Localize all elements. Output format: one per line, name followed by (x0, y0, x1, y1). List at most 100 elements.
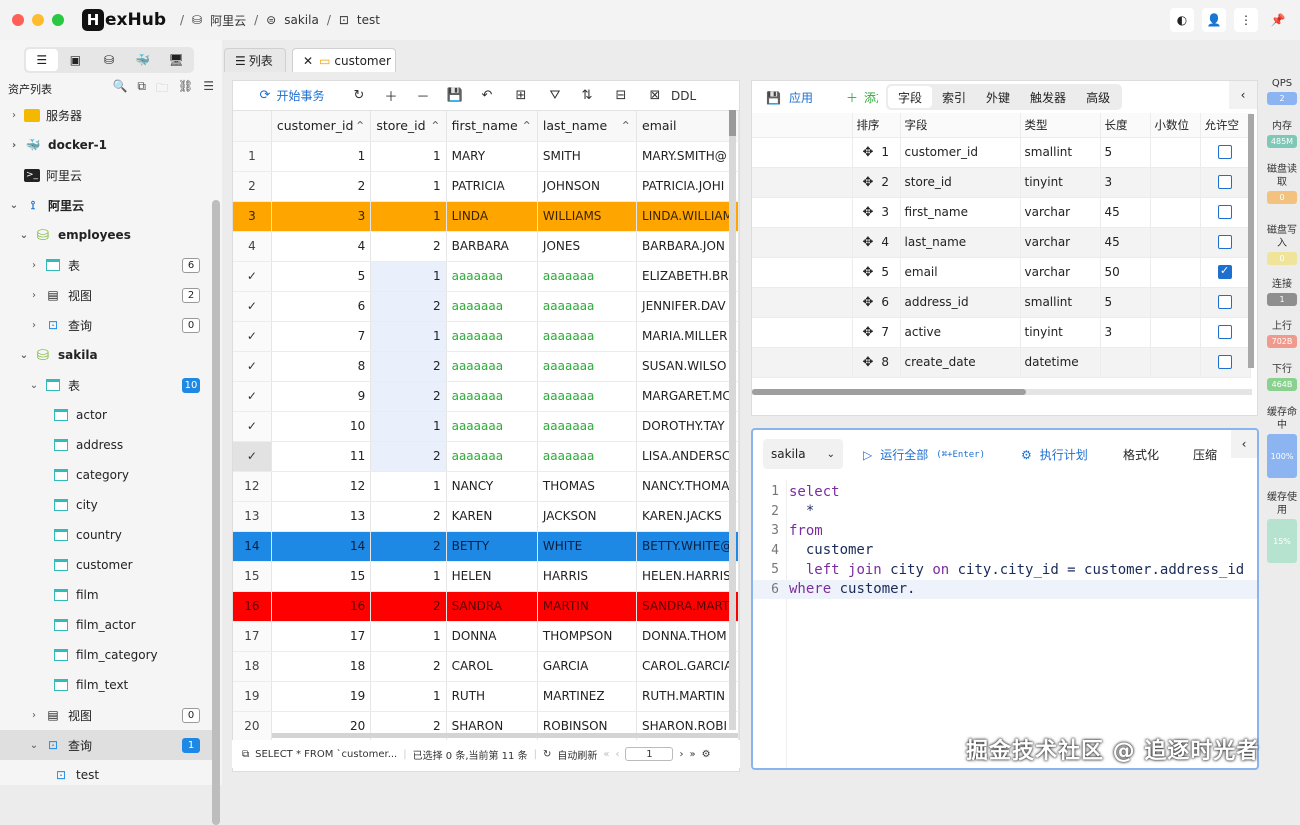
user-icon[interactable]: 👤 (1202, 8, 1226, 32)
terminal-icon[interactable]: ▣ (60, 49, 92, 71)
collapse-panel-icon[interactable]: ‹ (1231, 430, 1257, 458)
last-name-cell[interactable]: THOMAS (537, 471, 638, 502)
field-length-cell[interactable]: 5 (1100, 137, 1151, 168)
nullable-checkbox[interactable] (1218, 355, 1232, 370)
last-name-cell[interactable]: aaaaaaa (537, 381, 638, 412)
row-select-cell[interactable] (752, 197, 853, 228)
first-name-cell[interactable]: aaaaaaa (446, 411, 538, 442)
field-name-cell[interactable]: email (900, 257, 1021, 288)
customer-id-cell[interactable]: 4 (271, 231, 372, 262)
field-type-cell[interactable]: varchar (1020, 227, 1101, 258)
last-name-cell[interactable]: WILLIAMS (537, 201, 638, 232)
field-row[interactable]: ✥ 4 last_name varchar 45 (752, 227, 1251, 258)
field-type-cell[interactable]: varchar (1020, 197, 1101, 228)
compress-button[interactable]: 压缩 (1193, 446, 1219, 463)
row-select-cell[interactable] (752, 257, 853, 288)
table-row[interactable]: 4 4 2 BARBARA JONES BARBARA.JON (233, 231, 739, 262)
drag-handle-icon[interactable]: ✥ (863, 205, 874, 220)
explain-plan-button[interactable]: ⚙ 执行计划 (1021, 446, 1088, 463)
table-row[interactable]: 17 17 1 DONNA THOMPSON DONNA.THOM (233, 621, 739, 652)
chevron-down-icon[interactable]: ⌄ (8, 200, 20, 211)
first-name-cell[interactable]: aaaaaaa (446, 261, 538, 292)
row-number-cell[interactable]: 4 (233, 231, 272, 262)
last-name-cell[interactable]: MARTINEZ (537, 681, 638, 712)
field-decimal-cell[interactable] (1150, 137, 1201, 168)
row-number-cell[interactable]: ✓ (233, 351, 272, 382)
drag-handle-icon[interactable]: ✥ (863, 355, 874, 370)
field-length-cell[interactable]: 3 (1100, 167, 1151, 198)
tree-item[interactable]: › ▤ 视图 2 (0, 280, 212, 310)
field-length-cell[interactable]: 45 (1100, 227, 1151, 258)
table-row[interactable]: 14 14 2 BETTY WHITE BETTY.WHITE@ (233, 531, 739, 562)
order-cell[interactable]: ✥ 6 (852, 287, 901, 318)
export-icon[interactable]: ⊟ (603, 81, 639, 111)
store-id-cell[interactable]: 2 (370, 591, 447, 622)
order-cell[interactable]: ✥ 2 (852, 167, 901, 198)
last-name-cell[interactable]: JONES (537, 231, 638, 262)
field-decimal-cell[interactable] (1150, 197, 1201, 228)
customer-id-cell[interactable]: 2 (271, 171, 372, 202)
tab-customer[interactable]: ✕ ▭ customer (292, 48, 396, 72)
order-cell[interactable]: ✥ 4 (852, 227, 901, 258)
order-cell[interactable]: ✥ 5 (852, 257, 901, 288)
field-decimal-cell[interactable] (1150, 347, 1201, 378)
collapse-panel-icon[interactable]: ‹ (1229, 81, 1257, 109)
tree-item-table[interactable]: city (0, 490, 212, 520)
tree-item-table[interactable]: film (0, 580, 212, 610)
order-cell[interactable]: ✥ 3 (852, 197, 901, 228)
field-row[interactable]: ✥ 8 create_date datetime (752, 347, 1251, 378)
column-header[interactable]: email (636, 111, 739, 142)
collapse-icon[interactable]: ☰ (203, 79, 214, 100)
customer-id-cell[interactable]: 12 (271, 471, 372, 502)
grid-horizontal-scrollbar[interactable] (272, 733, 738, 738)
store-id-cell[interactable]: 1 (370, 201, 447, 232)
field-decimal-cell[interactable] (1150, 287, 1201, 318)
nullable-cell[interactable] (1200, 257, 1251, 288)
first-name-cell[interactable]: BETTY (446, 531, 538, 562)
row-select-cell[interactable] (752, 287, 853, 318)
table-row[interactable]: 19 19 1 RUTH MARTINEZ RUTH.MARTIN (233, 681, 739, 712)
store-id-cell[interactable]: 2 (370, 291, 447, 322)
email-cell[interactable]: MARGARET.MC (636, 381, 739, 412)
customer-id-cell[interactable]: 10 (271, 411, 372, 442)
email-cell[interactable]: SANDRA.MART (636, 591, 739, 622)
tab-advanced[interactable]: 高级 (1076, 86, 1120, 108)
tree-item-table[interactable]: category (0, 460, 212, 490)
row-number-cell[interactable]: ✓ (233, 321, 272, 352)
table-row[interactable]: ✓ 10 1 aaaaaaa aaaaaaa DOROTHY.TAY (233, 411, 739, 442)
last-page-icon[interactable]: » (689, 749, 695, 760)
chevron-right-icon[interactable]: › (8, 140, 20, 151)
table-row[interactable]: ✓ 7 1 aaaaaaa aaaaaaa MARIA.MILLER (233, 321, 739, 352)
store-id-cell[interactable]: 2 (370, 381, 447, 412)
email-cell[interactable]: MARY.SMITH@ (636, 141, 739, 172)
chevron-right-icon[interactable]: › (28, 290, 40, 301)
row-number-cell[interactable]: 18 (233, 651, 272, 682)
database-select[interactable]: sakila ⌄ (763, 439, 843, 469)
customer-id-cell[interactable]: 19 (271, 681, 372, 712)
search-icon[interactable]: 🔍 (112, 79, 127, 100)
nullable-cell[interactable] (1200, 287, 1251, 318)
last-name-cell[interactable]: aaaaaaa (537, 291, 638, 322)
row-number-cell[interactable]: 15 (233, 561, 272, 592)
customer-id-cell[interactable]: 17 (271, 621, 372, 652)
table-row[interactable]: 12 12 1 NANCY THOMAS NANCY.THOMA (233, 471, 739, 502)
customer-id-cell[interactable]: 3 (271, 201, 372, 232)
tab-fields[interactable]: 字段 (888, 86, 933, 108)
column-header[interactable]: first_name ⌃ (446, 111, 538, 142)
breadcrumb-item-database[interactable]: sakila (284, 13, 319, 27)
field-type-cell[interactable]: tinyint (1020, 317, 1101, 348)
tree-item-table[interactable]: film_text (0, 670, 212, 700)
email-cell[interactable]: DOROTHY.TAY (636, 411, 739, 442)
undo-icon[interactable]: ↶ (471, 81, 503, 111)
field-length-cell[interactable]: 45 (1100, 197, 1151, 228)
customer-id-cell[interactable]: 11 (271, 441, 372, 472)
table-row[interactable]: 3 3 1 LINDA WILLIAMS LINDA.WILLIAM (233, 201, 739, 232)
store-id-cell[interactable]: 1 (370, 411, 447, 442)
customer-id-cell[interactable]: 9 (271, 381, 372, 412)
chevron-right-icon[interactable]: › (28, 260, 40, 271)
nullable-checkbox[interactable] (1218, 235, 1232, 250)
row-number-cell[interactable]: 12 (233, 471, 272, 502)
field-row[interactable]: ✥ 2 store_id tinyint 3 (752, 167, 1251, 198)
row-number-cell[interactable]: ✓ (233, 381, 272, 412)
field-decimal-cell[interactable] (1150, 227, 1201, 258)
